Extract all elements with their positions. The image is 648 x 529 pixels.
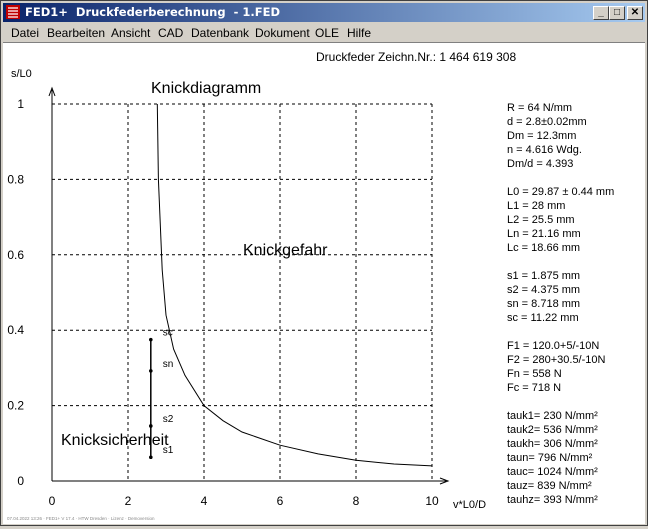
property-line: L0 = 29.87 ± 0.44 mm bbox=[507, 186, 614, 198]
property-line: n = 4.616 Wdg. bbox=[507, 144, 582, 156]
title-bar[interactable]: FED1+ Druckfederberechnung - 1.FED _ □ ✕ bbox=[3, 3, 645, 22]
x-tick-label: 2 bbox=[125, 494, 132, 508]
y-tick-label: 0 bbox=[17, 474, 24, 488]
property-line: F2 = 280+30.5/-10N bbox=[507, 354, 606, 366]
properties-panel: R = 64 N/mm d = 2.8±0.02mm Dm = 12.3mm n = … bbox=[507, 102, 614, 506]
property-line: s2 = 4.375 mm bbox=[507, 284, 580, 296]
maximize-button[interactable]: □ bbox=[609, 6, 625, 20]
grid-lines bbox=[52, 103, 433, 481]
property-line: tauhz= 393 N/mm² bbox=[507, 494, 598, 506]
x-tick-label: 6 bbox=[277, 494, 284, 508]
y-tick-label: 0.2 bbox=[7, 399, 24, 413]
point-s1 bbox=[149, 455, 153, 460]
property-line: tauc= 1024 N/mm² bbox=[507, 466, 598, 478]
drawing-canvas: Druckfeder Zeichn.Nr.: 1 464 619 308 Kni… bbox=[3, 42, 645, 524]
property-line: tauk2= 536 N/mm² bbox=[507, 424, 598, 436]
point-sn bbox=[149, 369, 153, 373]
y-axis-label: s/L0 bbox=[11, 68, 32, 80]
menu-ole[interactable]: OLE bbox=[315, 26, 339, 40]
point-label-s1: s1 bbox=[163, 445, 174, 456]
property-line: Fc = 718 N bbox=[507, 382, 561, 394]
property-line: L2 = 25.5 mm bbox=[507, 214, 575, 226]
property-line: Dm/d = 4.393 bbox=[507, 158, 573, 170]
point-label-s2: s2 bbox=[163, 414, 174, 425]
menu-datei[interactable]: Datei bbox=[11, 26, 39, 40]
x-tick-label: 4 bbox=[201, 494, 208, 508]
close-button[interactable]: ✕ bbox=[627, 6, 643, 20]
region-label-safe: Knicksicherheit bbox=[61, 432, 169, 449]
property-line: d = 2.8±0.02mm bbox=[507, 116, 587, 128]
menu-datenbank[interactable]: Datenbank bbox=[191, 26, 249, 40]
x-axis-label: v*L0/D bbox=[453, 499, 486, 511]
region-label-danger: Knickgefahr bbox=[243, 242, 328, 259]
spring-app-icon bbox=[6, 5, 20, 19]
x-tick-label: 8 bbox=[353, 494, 360, 508]
property-line: L1 = 28 mm bbox=[507, 200, 565, 212]
property-line: sc = 11.22 mm bbox=[507, 312, 579, 324]
point-label-sc: sc bbox=[163, 328, 173, 339]
y-tick-label: 0.8 bbox=[7, 172, 24, 186]
y-tick-label: 1 bbox=[17, 97, 24, 111]
chart-marks: s1 s2 sn sc bbox=[149, 103, 433, 467]
drawing-header: Druckfeder Zeichn.Nr.: 1 464 619 308 bbox=[316, 50, 516, 64]
property-line: F1 = 120.0+5/-10N bbox=[507, 340, 599, 352]
knick-chart: Druckfeder Zeichn.Nr.: 1 464 619 308 Kni… bbox=[7, 50, 614, 521]
knick-curve bbox=[156, 103, 433, 467]
x-tick-label: 0 bbox=[49, 494, 56, 508]
menu-ansicht[interactable]: Ansicht bbox=[111, 26, 150, 40]
y-tick-label: 0.4 bbox=[7, 323, 24, 337]
property-line: taun= 796 N/mm² bbox=[507, 452, 593, 464]
point-s2 bbox=[149, 424, 153, 428]
maximize-icon: □ bbox=[613, 7, 621, 18]
point-sc bbox=[149, 337, 153, 342]
property-line: R = 64 N/mm bbox=[507, 102, 572, 114]
property-line: Lc = 18.66 mm bbox=[507, 242, 580, 254]
chart-title: Knickdiagramm bbox=[151, 80, 261, 97]
menu-hilfe[interactable]: Hilfe bbox=[347, 26, 371, 40]
minimize-icon: _ bbox=[598, 7, 604, 18]
property-line: Ln = 21.16 mm bbox=[507, 228, 581, 240]
point-label-sn: sn bbox=[163, 359, 174, 370]
property-line: Dm = 12.3mm bbox=[507, 130, 576, 142]
minimize-button[interactable]: _ bbox=[593, 6, 609, 20]
app-window: FED1+ Druckfederberechnung - 1.FED _ □ ✕… bbox=[0, 0, 648, 526]
property-line: s1 = 1.875 mm bbox=[507, 270, 580, 282]
y-tick-label: 0.6 bbox=[7, 248, 24, 262]
x-tick-label: 10 bbox=[425, 494, 439, 508]
menu-bearbeiten[interactable]: Bearbeiten bbox=[47, 26, 105, 40]
property-line: tauz= 839 N/mm² bbox=[507, 480, 592, 492]
close-icon: ✕ bbox=[630, 7, 640, 18]
property-line: sn = 8.718 mm bbox=[507, 298, 580, 310]
window-title: FED1+ Druckfederberechnung - 1.FED bbox=[25, 5, 280, 19]
footer-note: 07.04.2022 13:26 · FED1+ V 17.4 · HTW Dr… bbox=[7, 516, 155, 521]
menu-dokument[interactable]: Dokument bbox=[255, 26, 310, 40]
property-line: tauk1= 230 N/mm² bbox=[507, 410, 598, 422]
menu-cad[interactable]: CAD bbox=[158, 26, 183, 40]
property-line: Fn = 558 N bbox=[507, 368, 562, 380]
property-line: taukh= 306 N/mm² bbox=[507, 438, 598, 450]
menu-bar: Datei Bearbeiten Ansicht CAD Datenbank D… bbox=[3, 23, 645, 42]
